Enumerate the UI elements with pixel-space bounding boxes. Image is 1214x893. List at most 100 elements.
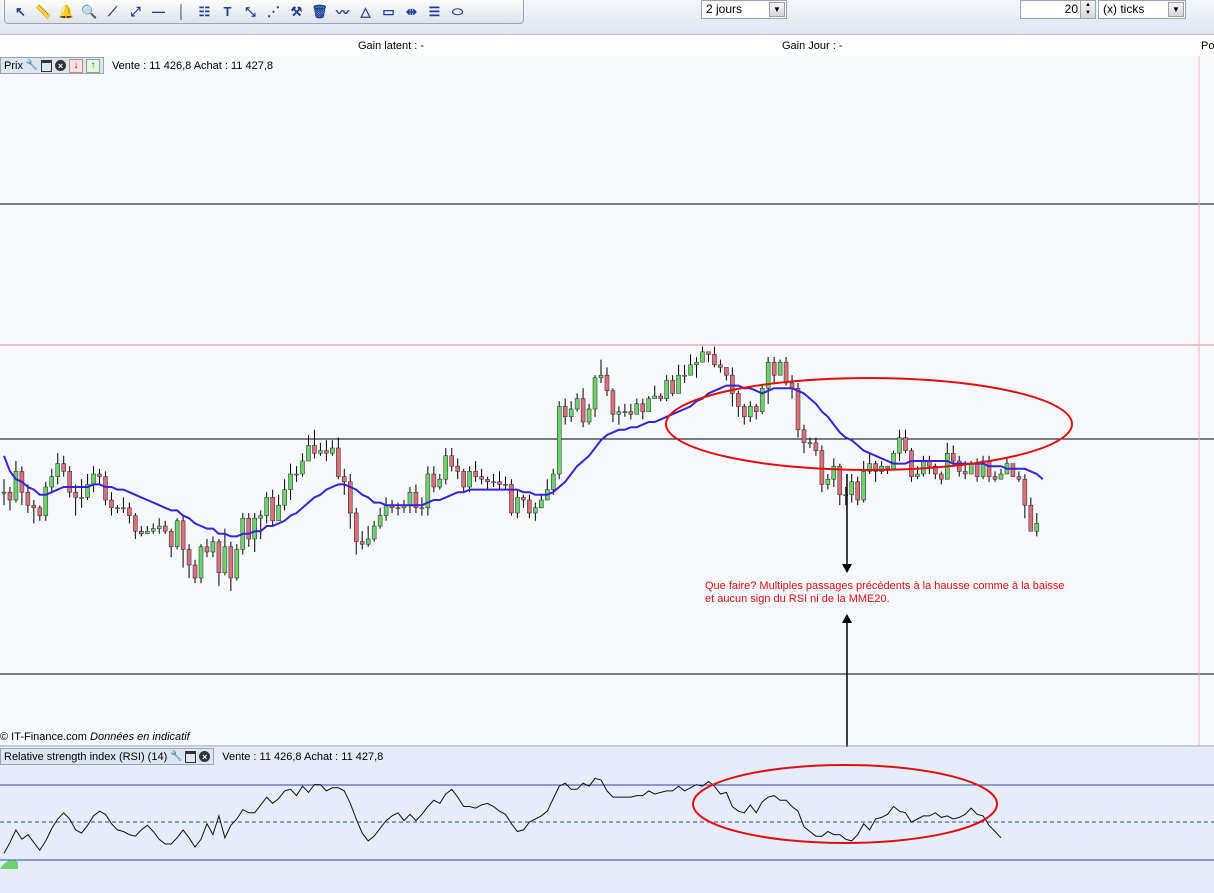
fibonacci-fan-icon[interactable]: ⋰	[262, 2, 285, 22]
price-panel-label: Prix	[4, 59, 23, 72]
candle-bull	[598, 374, 604, 379]
candle-bull	[550, 473, 556, 490]
rsi-panel-bg	[0, 747, 1214, 893]
chevron-down-icon[interactable]: ▼	[1168, 2, 1184, 17]
channel-icon[interactable]: ⇹	[400, 2, 423, 22]
arrows-icon[interactable]: ⤡	[239, 2, 262, 22]
candle-bear	[168, 530, 174, 548]
regression-icon[interactable]: ☷	[193, 2, 216, 22]
candle-bull	[688, 364, 693, 376]
candle-bull	[365, 538, 371, 545]
candle-bull	[676, 374, 681, 394]
candle-bull	[222, 546, 228, 574]
candle-bear	[658, 395, 663, 399]
wrench-icon[interactable]: 🔧	[170, 751, 182, 763]
price-panel-header: Prix 🔧 × ↓ ↑ Vente : 11 426,8 Achat : 11…	[0, 57, 273, 74]
rectangle-icon[interactable]: ▭	[377, 2, 400, 22]
toolbar: ↖ 📏 🔔 🔍 ⟋ ⤢ — │ ☷ T ⤡ ⋰ ⚒ 🗑 〰 △ ▭ ⇹ ☰ ⬭ 2 jours ▼ 20 ▲ ▼ (x)…	[0, 0, 1214, 35]
triangle-icon[interactable]: △	[354, 2, 377, 22]
candle-bull	[407, 491, 413, 506]
candle-bull	[91, 473, 96, 485]
candle-bear	[431, 473, 437, 488]
candle-bull	[258, 515, 263, 519]
candle-bull	[383, 504, 389, 516]
tools-icon[interactable]: ⚒	[285, 2, 308, 22]
copyright-text: © IT-Finance.com	[0, 731, 87, 743]
horizontal-line-icon[interactable]: —	[147, 2, 170, 22]
candle-bear	[127, 507, 132, 516]
candle-bull	[533, 507, 538, 514]
move-up-icon[interactable]: ↑	[85, 58, 100, 73]
candle-bull	[210, 541, 216, 553]
move-down-icon[interactable]: ↓	[68, 58, 83, 73]
candle-bull	[437, 478, 443, 488]
candle-bull	[443, 455, 449, 480]
close-icon[interactable]: ×	[54, 60, 66, 71]
candle-bear	[950, 452, 956, 462]
candle-bull	[915, 473, 920, 477]
bell-icon[interactable]: 🔔	[55, 2, 78, 22]
candle-bull	[282, 489, 287, 506]
candle-bear	[359, 541, 365, 545]
candle-bear	[562, 406, 568, 418]
candle-bear	[712, 354, 717, 366]
close-icon[interactable]: ×	[199, 751, 211, 762]
candle-bull	[556, 406, 562, 475]
candle-bear	[855, 481, 860, 501]
candle-bull	[777, 361, 783, 376]
fibonacci-icon[interactable]: ☰	[423, 2, 446, 22]
window-icon[interactable]	[185, 750, 197, 763]
magnifier-icon[interactable]: 🔍	[78, 2, 101, 22]
candle-bull	[539, 499, 544, 509]
zigzag-icon[interactable]: 〰	[331, 2, 354, 22]
text-icon[interactable]: T	[216, 2, 239, 22]
trendline-icon[interactable]: ⟋	[101, 2, 124, 22]
candle-bull	[586, 408, 592, 423]
annotation-line-1: Que faire? Multiples passages précédents…	[705, 580, 1065, 592]
candle-bull	[616, 411, 622, 415]
candle-bear	[449, 455, 454, 467]
candle-bear	[342, 476, 347, 483]
candle-bull	[897, 437, 902, 454]
candle-bear	[192, 564, 198, 579]
chevron-down-icon[interactable]: ▼	[769, 2, 785, 17]
wrench-icon[interactable]: 🔧	[26, 60, 38, 72]
ellipse-icon[interactable]: ⬭	[446, 2, 469, 22]
candle-bull	[652, 395, 657, 399]
candle-bull	[807, 442, 813, 445]
price-chart: Que faire? Multiples passages précédents…	[0, 56, 1214, 893]
candle-bear	[204, 546, 210, 553]
tick-unit-select[interactable]: (x) ticks ▼	[1098, 0, 1186, 19]
candle-bear	[228, 546, 234, 579]
candle-bull	[121, 507, 126, 510]
tick-count-stepper[interactable]: 20 ▲ ▼	[1020, 0, 1096, 19]
candle-bull	[13, 471, 19, 501]
candle-bull	[861, 471, 866, 501]
candle-bull	[49, 476, 55, 488]
candle-bear	[67, 471, 72, 493]
period-select[interactable]: 2 jours ▼	[701, 0, 787, 19]
vertical-line-icon[interactable]: │	[170, 2, 193, 22]
stepper-arrows-icon[interactable]: ▲ ▼	[1080, 1, 1095, 18]
extended-line-icon[interactable]: ⤢	[124, 2, 147, 22]
candle-bear	[939, 473, 944, 480]
candle-bull	[694, 361, 699, 366]
candle-bear	[724, 367, 729, 376]
ruler-icon[interactable]: 📏	[32, 2, 55, 22]
candle-bear	[580, 398, 586, 423]
window-icon[interactable]	[40, 59, 52, 72]
candle-bull	[825, 478, 831, 485]
candle-bull	[568, 408, 574, 418]
candle-bull	[276, 504, 281, 522]
candle-bear	[162, 525, 168, 532]
candle-bear	[61, 463, 66, 472]
pointer-icon[interactable]: ↖	[9, 2, 32, 22]
copyright-note: Données en indicatif	[90, 731, 190, 743]
candle-bear	[73, 491, 78, 498]
candle-bull	[748, 406, 753, 418]
trash-icon[interactable]: 🗑	[308, 2, 331, 22]
candle-bear	[97, 473, 102, 477]
candle-bull	[264, 497, 269, 516]
rsi-panel-header: Relative strength index (RSI) (14) 🔧 × V…	[0, 748, 383, 765]
candle-bear	[521, 497, 526, 501]
